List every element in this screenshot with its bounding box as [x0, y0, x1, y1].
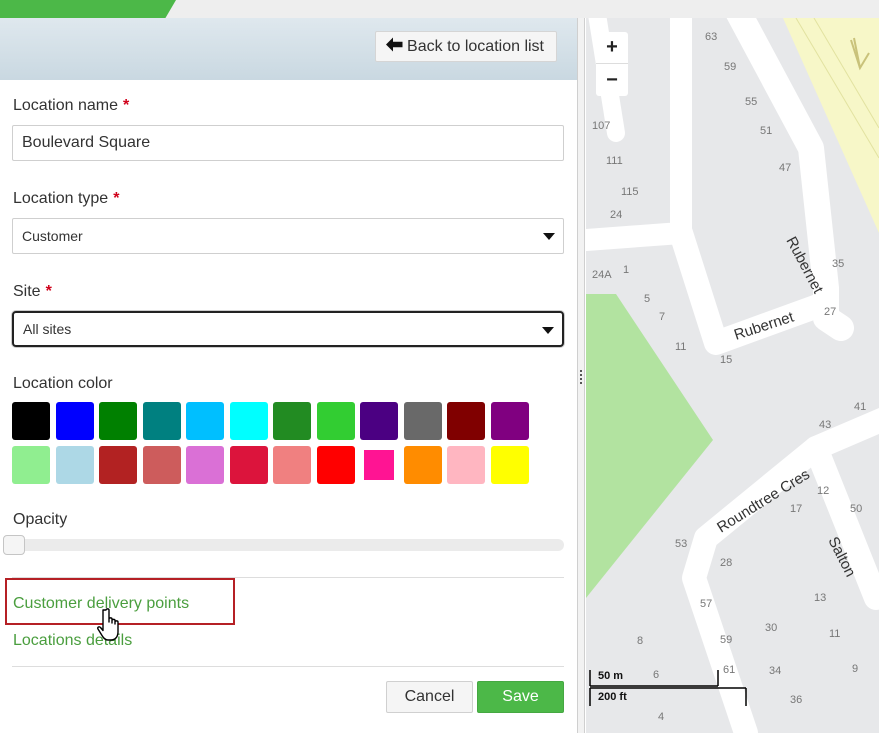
color-swatch[interactable] [403, 402, 442, 440]
opacity-label: Opacity [13, 511, 68, 528]
required-mark: * [113, 190, 120, 207]
house-number: 17 [790, 503, 802, 515]
divider [12, 666, 564, 667]
house-number: 30 [765, 622, 777, 634]
location-name-input[interactable]: Boulevard Square [12, 125, 564, 161]
house-number: 1 [623, 264, 629, 276]
house-number: 12 [817, 485, 829, 497]
hand-pointer-icon [94, 608, 124, 642]
house-number: 11 [829, 628, 840, 640]
house-number: 50 [850, 503, 862, 515]
color-swatch[interactable] [186, 402, 224, 440]
house-number: 111 [606, 155, 623, 167]
map-view[interactable]: Rubernet Rubernet Roundtree Cres Salton 63 5… [586, 18, 879, 733]
color-swatch[interactable] [273, 446, 311, 484]
house-number: 24 [610, 209, 622, 221]
color-swatch[interactable] [186, 446, 224, 484]
house-number: 43 [819, 419, 831, 431]
house-number: 115 [621, 186, 639, 198]
house-number: 6 [653, 669, 659, 681]
color-swatch[interactable] [55, 446, 94, 484]
house-number: 51 [760, 125, 772, 137]
color-swatch-selected[interactable] [364, 450, 394, 480]
house-number: 11 [675, 341, 686, 353]
house-number: 59 [724, 61, 736, 73]
house-number: 41 [854, 401, 866, 413]
house-number: 4 [658, 711, 664, 723]
cancel-button[interactable]: Cancel [386, 681, 473, 713]
opacity-slider-handle[interactable] [3, 535, 25, 555]
house-number: 57 [700, 598, 712, 610]
panel-header: Back to location list [0, 18, 577, 80]
house-number: 61 [723, 664, 735, 676]
site-label: Site * [13, 283, 52, 300]
color-swatch[interactable] [490, 446, 529, 484]
panel-splitter[interactable] [577, 18, 585, 733]
scale-metric-label: 50 m [598, 670, 624, 682]
color-swatch[interactable] [316, 402, 355, 440]
house-number: 28 [720, 557, 732, 569]
house-number: 55 [745, 96, 757, 108]
color-swatch[interactable] [99, 446, 137, 484]
color-swatch[interactable] [316, 446, 355, 484]
house-number: 47 [779, 162, 791, 174]
house-number: 9 [852, 663, 858, 675]
zoom-out-button[interactable]: − [596, 64, 628, 96]
house-number: 36 [790, 694, 802, 706]
house-number: 34 [769, 665, 781, 677]
zoom-in-button[interactable]: + [596, 32, 628, 64]
opacity-slider-track[interactable] [12, 539, 564, 551]
arrow-left-icon [386, 37, 403, 57]
color-swatch[interactable] [142, 446, 181, 484]
location-name-label: Location name * [13, 97, 130, 114]
required-mark: * [122, 97, 130, 114]
color-swatch[interactable] [403, 446, 442, 484]
house-number: 35 [832, 258, 844, 270]
house-number: 5 [644, 293, 650, 305]
color-swatch[interactable] [360, 402, 398, 440]
house-number: 63 [705, 31, 717, 43]
scale-imperial-label: 200 ft [598, 691, 627, 703]
required-mark: * [45, 283, 52, 300]
color-swatch[interactable] [55, 402, 94, 440]
color-swatch[interactable] [229, 402, 268, 440]
house-number: 8 [637, 635, 643, 647]
location-color-label: Location color [13, 375, 113, 392]
chevron-down-icon [543, 233, 555, 240]
color-swatch[interactable] [229, 446, 268, 484]
color-swatch[interactable] [273, 402, 311, 440]
house-number: 27 [824, 306, 836, 318]
site-select[interactable]: All sites [12, 311, 564, 347]
top-bar [0, 0, 879, 18]
house-number: 7 [659, 311, 665, 323]
zoom-control: + − [596, 32, 628, 96]
back-button-label: Back to location list [407, 37, 544, 55]
drag-handle-icon [580, 370, 582, 384]
color-swatch[interactable] [447, 402, 485, 440]
location-edit-panel: Back to location list Location name * Bou… [0, 18, 577, 733]
location-type-select[interactable]: Customer [12, 218, 564, 254]
house-number: 13 [814, 592, 826, 604]
house-number: 53 [675, 538, 687, 550]
house-number: 107 [592, 120, 610, 132]
location-type-label: Location type * [13, 190, 120, 207]
color-swatch[interactable] [490, 402, 529, 440]
color-swatch[interactable] [12, 402, 50, 440]
color-swatch[interactable] [447, 446, 485, 484]
top-bar-accent [0, 0, 176, 18]
house-number: 59 [720, 634, 732, 646]
house-number: 15 [720, 354, 732, 366]
color-swatch[interactable] [142, 402, 181, 440]
house-number: 24A [592, 269, 612, 281]
color-swatch[interactable] [12, 446, 50, 484]
map-canvas[interactable]: RubernetRubernetRoundtree CresSalton 635… [586, 18, 879, 733]
save-button[interactable]: Save [477, 681, 564, 713]
back-to-location-list-button[interactable]: Back to location list [375, 31, 557, 62]
color-swatch[interactable] [99, 402, 137, 440]
chevron-down-icon [542, 327, 554, 334]
